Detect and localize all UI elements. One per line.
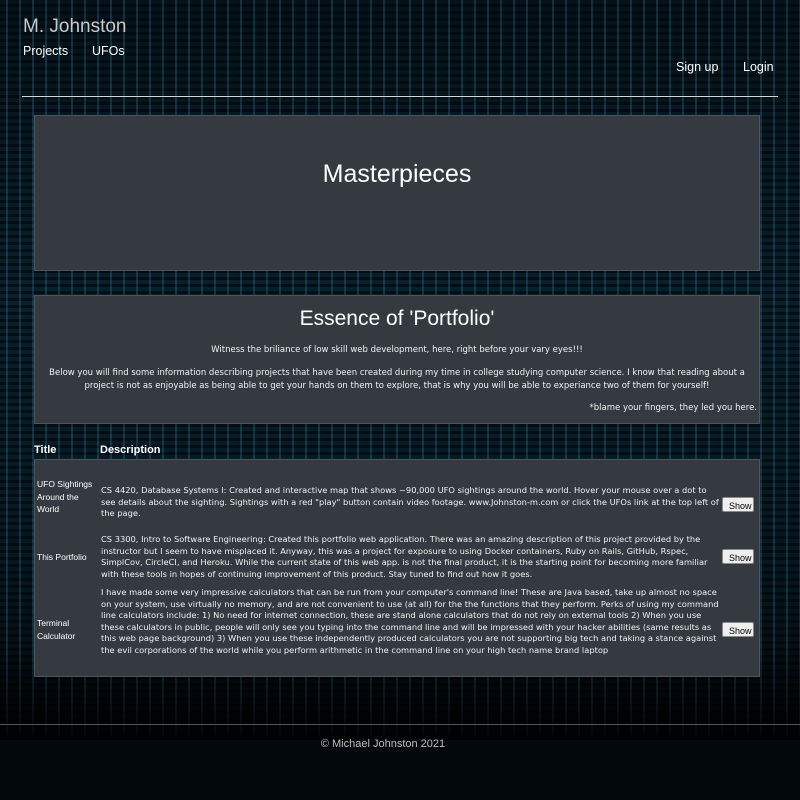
show-button[interactable]: Show bbox=[722, 622, 754, 637]
table-row: UFO Sightings Around the World CS 4420, … bbox=[35, 460, 759, 528]
nav-divider bbox=[22, 96, 778, 97]
nav-link-login[interactable]: Login bbox=[743, 60, 774, 74]
hero-title: Masterpieces bbox=[322, 160, 472, 188]
footer-divider bbox=[0, 724, 800, 725]
footer-copyright: © Michael Johnston 2021 bbox=[320, 738, 446, 750]
project-description: I have made some very impressive calcula… bbox=[101, 587, 719, 655]
nav-link-projects[interactable]: Projects bbox=[23, 44, 68, 58]
about-tagline: Witness the briliance of low skill web d… bbox=[211, 345, 583, 355]
show-button[interactable]: Show bbox=[722, 497, 754, 512]
project-description: CS 3300, Intro to Software Engineering: … bbox=[101, 534, 708, 579]
show-button[interactable]: Show bbox=[722, 549, 754, 564]
about-title: Essence of 'Portfolio' bbox=[299, 307, 495, 330]
column-header-title: Title bbox=[34, 444, 57, 456]
nav-link-signup[interactable]: Sign up bbox=[676, 60, 718, 74]
column-header-description: Description bbox=[100, 444, 161, 456]
about-description: Below you will find some information des… bbox=[49, 368, 745, 391]
project-title: This Portfolio bbox=[37, 552, 87, 562]
table-body: UFO Sightings Around the World CS 4420, … bbox=[34, 459, 760, 677]
table-row: This Portfolio CS 3300, Intro to Softwar… bbox=[35, 530, 759, 585]
nav-link-ufos[interactable]: UFOs bbox=[92, 44, 125, 58]
projects-table: Title Description UFO Sightings Around t… bbox=[34, 442, 760, 677]
table-header: Title Description bbox=[34, 442, 760, 459]
project-description: CS 4420, Database Systems I: Created and… bbox=[101, 485, 719, 518]
about-panel: Essence of 'Portfolio' Witness the brili… bbox=[34, 295, 760, 424]
table-row: Terminal Calculator I have made some ver… bbox=[35, 587, 759, 677]
project-title: UFO Sightings Around the World bbox=[37, 479, 93, 514]
navbar: M. Johnston Projects UFOs Sign up Login bbox=[0, 0, 800, 100]
hero-panel: Masterpieces bbox=[34, 115, 760, 271]
brand-link[interactable]: M. Johnston bbox=[23, 16, 127, 38]
project-title: Terminal Calculator bbox=[37, 618, 76, 641]
about-footnote: *blame your fingers, they led you here. bbox=[589, 403, 757, 413]
